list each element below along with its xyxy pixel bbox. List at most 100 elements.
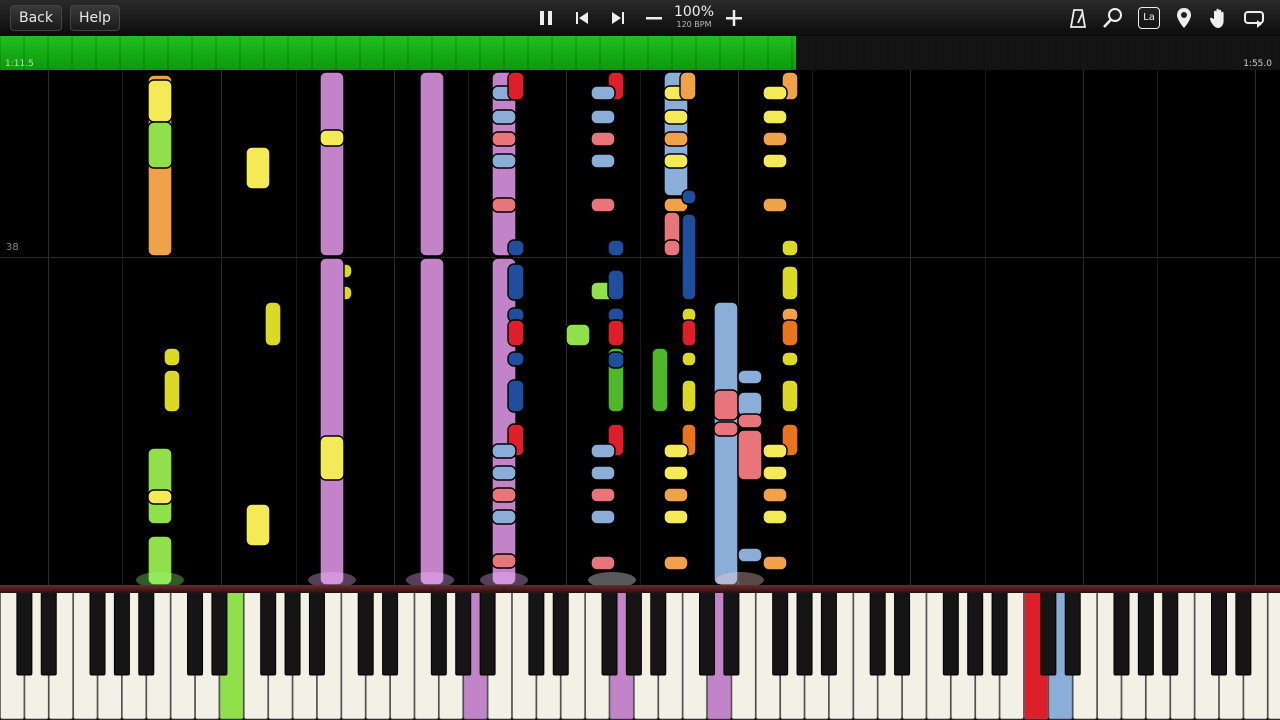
note-bar (491, 509, 517, 525)
note-bar (713, 421, 739, 437)
note-bar (663, 555, 689, 571)
note-labels-glyph: La (1138, 7, 1160, 29)
note-bar (681, 189, 697, 205)
progress-bar[interactable] (0, 36, 1280, 70)
note-bar (663, 487, 689, 503)
white-key[interactable] (1267, 590, 1280, 720)
note-bar (491, 443, 517, 459)
note-bar (762, 131, 788, 147)
black-key[interactable] (430, 590, 447, 676)
note-labels-icon[interactable]: La (1137, 6, 1161, 30)
note-bar (491, 465, 517, 481)
black-key[interactable] (796, 590, 813, 676)
note-bar (590, 197, 616, 213)
black-key[interactable] (284, 590, 301, 676)
note-bar (590, 131, 616, 147)
note-bar (491, 109, 517, 125)
note-bar (507, 351, 525, 367)
black-key[interactable] (528, 590, 545, 676)
note-bar (147, 489, 173, 505)
metronome-icon[interactable] (1066, 6, 1090, 30)
black-key[interactable] (16, 590, 33, 676)
note-bar (163, 347, 181, 367)
note-bar (245, 503, 271, 547)
black-key[interactable] (625, 590, 642, 676)
note-bar (663, 239, 681, 257)
pause-icon[interactable] (534, 6, 558, 30)
note-bar (565, 323, 591, 347)
black-key[interactable] (699, 590, 716, 676)
minus-icon[interactable] (642, 6, 666, 30)
note-bar (147, 447, 173, 525)
black-key[interactable] (479, 590, 496, 676)
note-bar (590, 85, 616, 101)
black-key[interactable] (211, 590, 228, 676)
black-key[interactable] (1235, 590, 1252, 676)
help-button[interactable]: Help (70, 5, 120, 31)
black-key[interactable] (40, 590, 57, 676)
black-key[interactable] (601, 590, 618, 676)
search-icon[interactable] (1101, 6, 1125, 30)
note-bar (762, 487, 788, 503)
measure-number: 38 (6, 242, 19, 253)
back-button[interactable]: Back (10, 5, 62, 31)
note-bar (781, 351, 799, 367)
loop-icon[interactable] (1242, 6, 1266, 30)
note-bar (319, 435, 345, 481)
note-bar (163, 369, 181, 413)
note-bar (663, 153, 689, 169)
tempo-label: 120 BPM (676, 20, 712, 29)
note-bar (762, 465, 788, 481)
black-key[interactable] (382, 590, 399, 676)
piano-keyboard[interactable] (0, 585, 1280, 720)
black-key[interactable] (1137, 590, 1154, 676)
note-bar (781, 265, 799, 301)
location-pin-icon[interactable] (1172, 6, 1196, 30)
black-key[interactable] (455, 590, 472, 676)
black-key[interactable] (650, 590, 667, 676)
black-key[interactable] (869, 590, 886, 676)
keyboard-edge (0, 585, 1280, 593)
black-key[interactable] (894, 590, 911, 676)
black-key[interactable] (1113, 590, 1130, 676)
black-key[interactable] (967, 590, 984, 676)
note-bar (607, 239, 625, 257)
black-key[interactable] (187, 590, 204, 676)
black-key[interactable] (113, 590, 130, 676)
black-key[interactable] (89, 590, 106, 676)
note-bar (679, 71, 697, 101)
black-key[interactable] (991, 590, 1008, 676)
black-key[interactable] (723, 590, 740, 676)
black-key[interactable] (552, 590, 569, 676)
note-bar (491, 553, 517, 569)
note-bar (681, 319, 697, 347)
black-key[interactable] (1040, 590, 1057, 676)
black-key[interactable] (138, 590, 155, 676)
note-bar (590, 465, 616, 481)
speed-readout: 100% 120 BPM (670, 4, 718, 30)
skip-next-icon[interactable] (606, 6, 630, 30)
note-bar (737, 391, 763, 417)
note-bar (491, 197, 517, 213)
note-bar (319, 71, 345, 257)
note-bar (781, 379, 799, 413)
black-key[interactable] (1211, 590, 1227, 676)
note-bar (507, 379, 525, 413)
black-key[interactable] (260, 590, 277, 676)
black-key[interactable] (1064, 590, 1081, 676)
black-key[interactable] (308, 590, 325, 676)
skip-previous-icon[interactable] (570, 6, 594, 30)
piano-roll[interactable] (0, 70, 1280, 585)
black-key[interactable] (1162, 590, 1179, 676)
black-key[interactable] (772, 590, 789, 676)
note-hit-glow (308, 572, 356, 585)
black-key[interactable] (942, 590, 959, 676)
plus-icon[interactable] (722, 6, 746, 30)
note-bar (663, 109, 689, 125)
note-bar (681, 379, 697, 413)
black-key[interactable] (357, 590, 374, 676)
hand-icon[interactable] (1207, 6, 1231, 30)
note-bar (737, 369, 763, 385)
note-hit-glow (136, 572, 184, 585)
black-key[interactable] (820, 590, 837, 676)
